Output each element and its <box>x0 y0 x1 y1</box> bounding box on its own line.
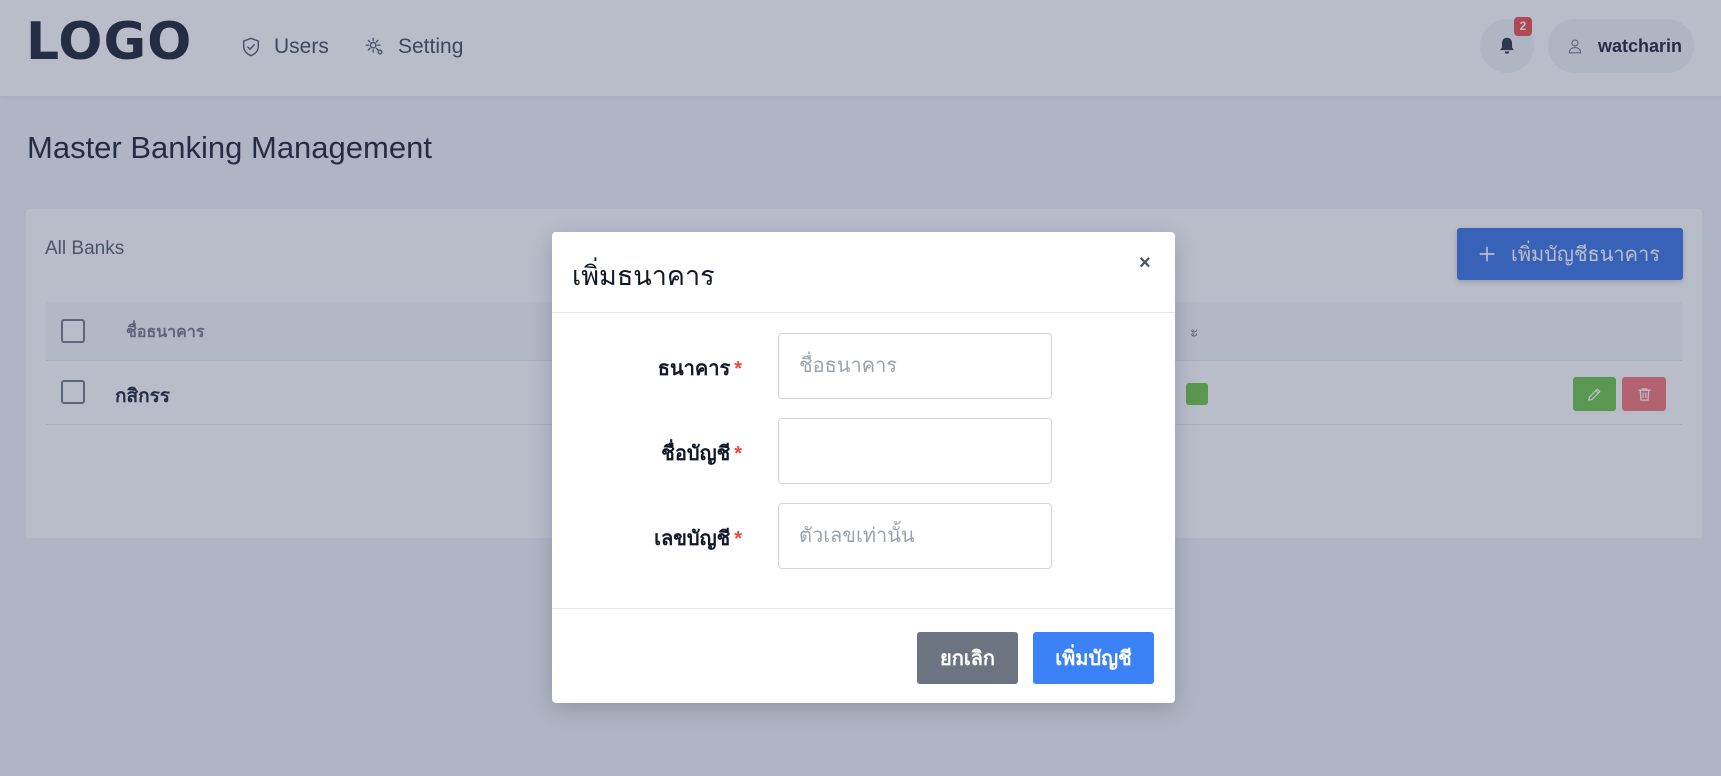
required-asterisk: * <box>734 528 742 550</box>
add-account-button[interactable]: เพิ่มบัญชี <box>1033 632 1154 684</box>
bank-name-input[interactable] <box>778 333 1052 399</box>
modal-title: เพิ่มธนาคาร <box>572 261 715 291</box>
account-name-input[interactable] <box>778 418 1052 484</box>
bank-field-label-text: ธนาคาร <box>657 358 731 380</box>
required-asterisk: * <box>734 358 742 380</box>
bank-field-label: ธนาคาร * <box>552 352 742 384</box>
add-bank-modal: เพิ่มธนาคาร × ธนาคาร* ชื่อบัญชี* เลขบัญช… <box>552 232 1175 703</box>
modal-footer-divider <box>552 608 1175 609</box>
close-icon[interactable]: × <box>1139 252 1151 275</box>
cancel-button[interactable]: ยกเลิก <box>917 632 1018 684</box>
modal-header-divider <box>552 312 1175 313</box>
account-number-input[interactable] <box>778 503 1052 569</box>
required-asterisk: * <box>734 443 742 465</box>
account-name-field-label: ชื่อบัญชี * <box>552 437 742 469</box>
account-number-field-label: เลขบัญชี * <box>552 522 742 554</box>
account-name-field-label-text: ชื่อบัญชี <box>661 443 731 465</box>
account-number-field-label-text: เลขบัญชี <box>654 528 731 550</box>
